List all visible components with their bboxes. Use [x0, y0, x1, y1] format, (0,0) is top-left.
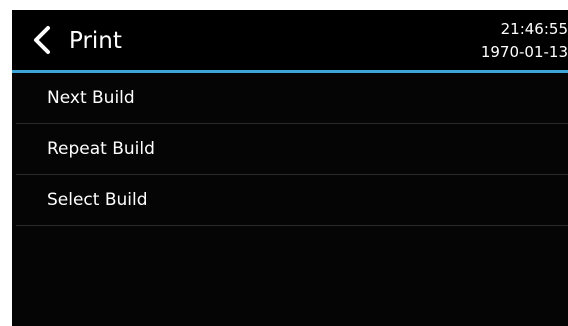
select-build-menu-item[interactable]: Select Build [16, 175, 568, 226]
clock-time: 21:46:55 [500, 20, 568, 38]
clock-date: 1970-01-13 [480, 43, 568, 61]
select-build-label: Select Build [47, 190, 148, 210]
repeat-build-label: Repeat Build [47, 139, 155, 159]
print-screen: Print 21:46:55 1970-01-13 Next Build Rep… [12, 10, 568, 326]
print-menu: Next Build Repeat Build Select Build [16, 73, 568, 226]
repeat-build-menu-item[interactable]: Repeat Build [16, 124, 568, 175]
page-title: Print [69, 28, 122, 54]
next-build-menu-item[interactable]: Next Build [16, 73, 568, 124]
back-button[interactable] [26, 24, 58, 56]
next-build-label: Next Build [47, 88, 135, 108]
header-bar: Print 21:46:55 1970-01-13 [12, 10, 568, 70]
clock: 21:46:55 1970-01-13 [481, 18, 568, 64]
chevron-left-icon [34, 26, 50, 54]
